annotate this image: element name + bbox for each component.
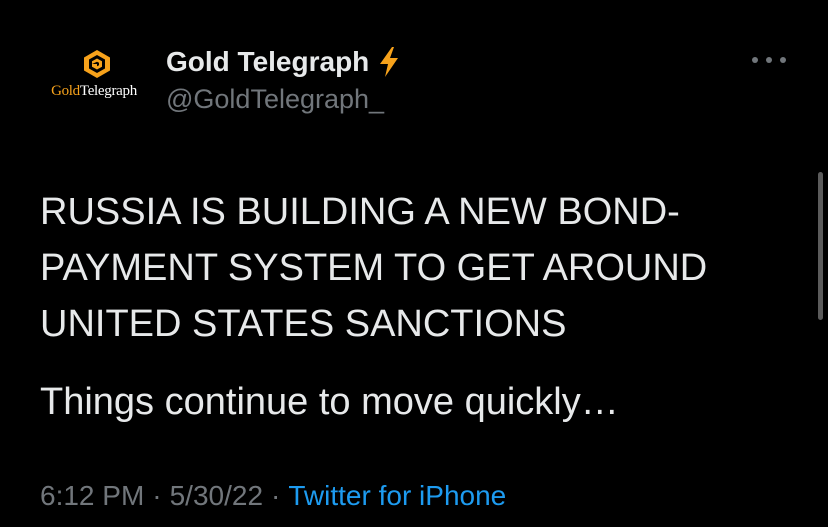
meta-separator: ·	[271, 480, 281, 511]
headline-line: UNITED STATES SANCTIONS	[40, 303, 567, 345]
author-display-name[interactable]: Gold Telegraph	[166, 46, 369, 78]
more-options-icon-dot	[766, 57, 772, 63]
tweet-time[interactable]: 6:12 PM	[40, 480, 144, 511]
headline-line: PAYMENT SYSTEM TO GET AROUND	[40, 247, 708, 289]
logo-text-rest: Telegraph	[79, 83, 137, 99]
avatar[interactable]: GoldTelegraph	[38, 45, 150, 115]
more-options-icon	[752, 57, 758, 63]
logo-text-gold: Gold	[51, 83, 80, 99]
lightning-bolt-icon	[380, 47, 399, 77]
tweet-meta: 6:12 PM · 5/30/22 · Twitter for iPhone	[40, 480, 506, 512]
meta-separator: ·	[152, 480, 162, 511]
tweet-date[interactable]: 5/30/22	[170, 480, 263, 511]
tweet-body-text: Things continue to move quickly…	[40, 381, 619, 423]
tweet-source-link[interactable]: Twitter for iPhone	[288, 480, 506, 511]
author-handle[interactable]: @GoldTelegraph_	[166, 84, 384, 115]
gold-telegraph-logo-icon	[84, 50, 110, 78]
tweet-headline: RUSSIA IS BUILDING A NEW BOND- PAYMENT S…	[40, 184, 800, 352]
author-name-row: Gold Telegraph	[166, 44, 401, 80]
headline-line: RUSSIA IS BUILDING A NEW BOND-	[40, 191, 680, 233]
more-options-icon-dot	[780, 57, 786, 63]
tweet: GoldTelegraph Gold Telegraph @GoldTelegr…	[0, 0, 828, 527]
scrollbar[interactable]	[818, 172, 823, 320]
more-options-button[interactable]	[752, 48, 786, 72]
avatar-logo-text: GoldTelegraph	[38, 83, 150, 100]
